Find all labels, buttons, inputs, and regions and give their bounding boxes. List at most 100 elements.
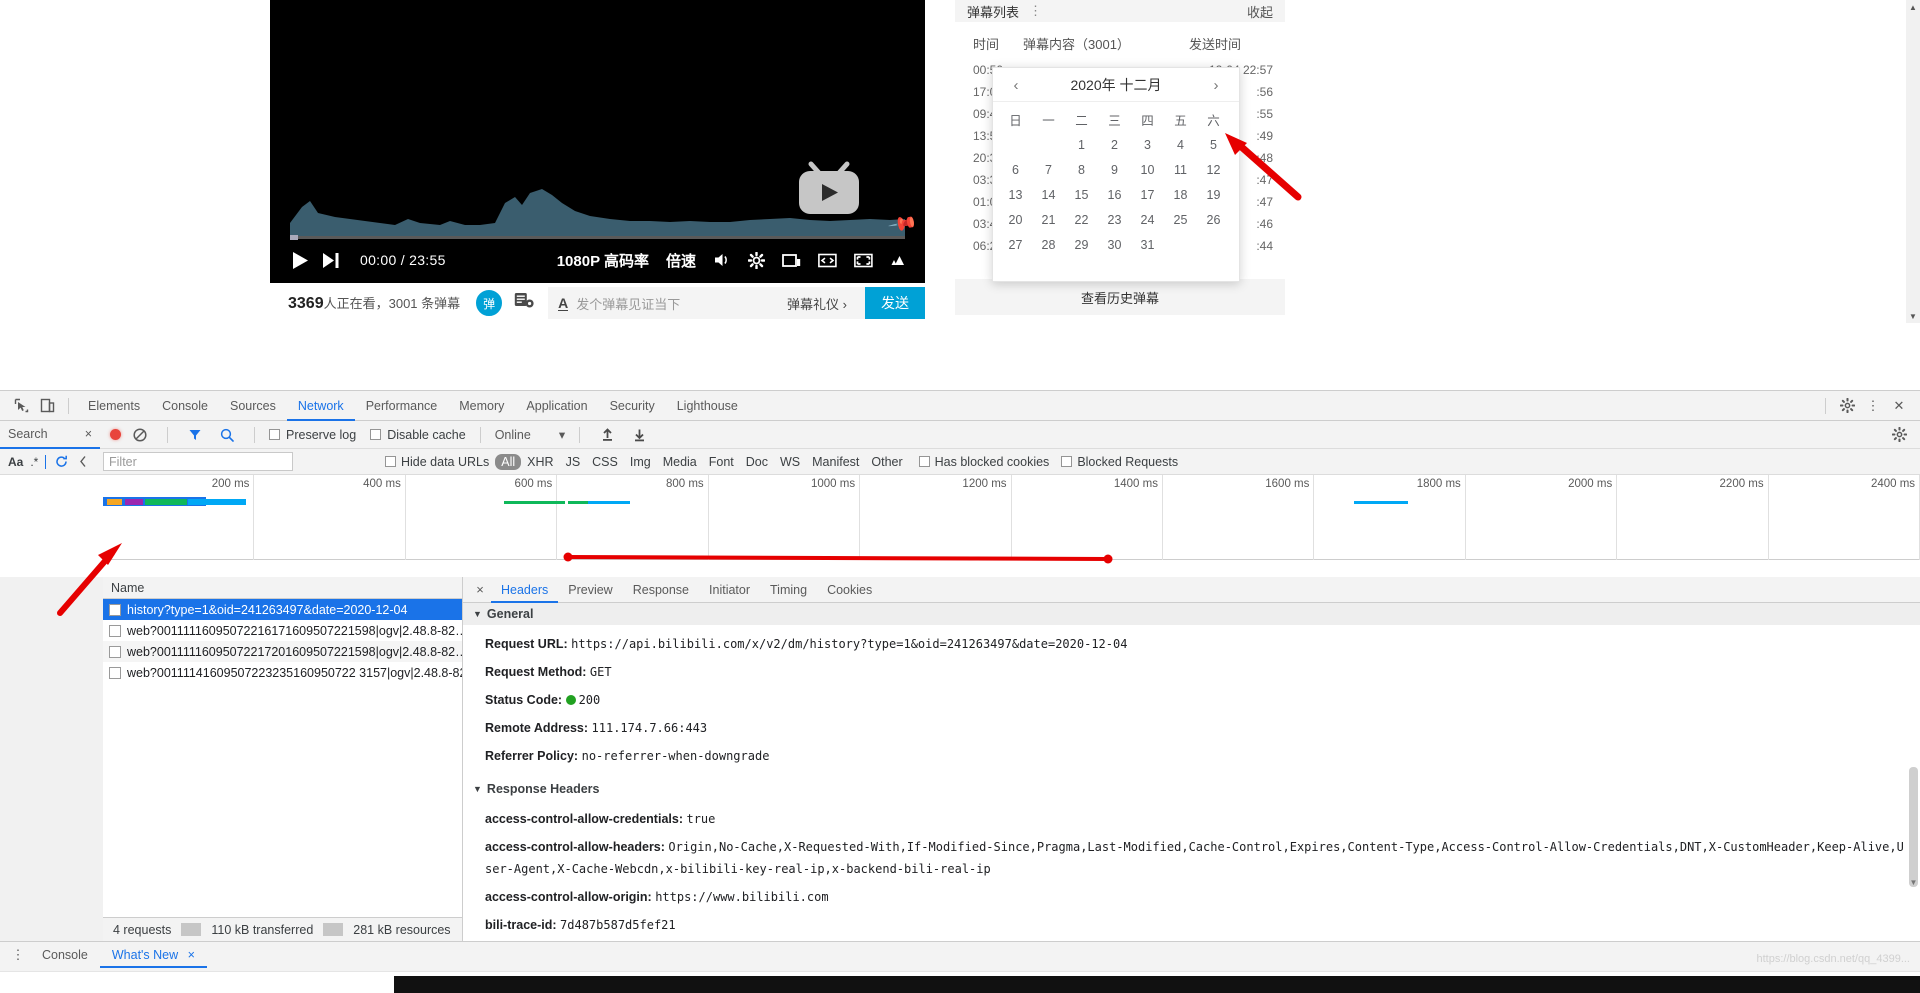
record-button[interactable] bbox=[110, 429, 121, 440]
request-list-header[interactable]: Name bbox=[103, 577, 462, 599]
tab-lighthouse[interactable]: Lighthouse bbox=[666, 391, 749, 421]
calendar-day[interactable]: 27 bbox=[999, 232, 1032, 257]
network-settings-gear-icon[interactable] bbox=[1886, 423, 1912, 447]
calendar-day-selected-wrap[interactable]: 4 bbox=[1164, 132, 1197, 157]
table-row[interactable]: web?00111141609507223235160950722 3157|o… bbox=[103, 662, 462, 683]
table-row[interactable]: history?type=1&oid=241263497&date=2020-1… bbox=[103, 599, 462, 620]
calendar-day[interactable]: 31 bbox=[1131, 232, 1164, 257]
widescreen-icon[interactable] bbox=[782, 253, 801, 268]
more-options-icon[interactable]: ⋮ bbox=[1860, 394, 1886, 418]
calendar-day[interactable]: 13 bbox=[999, 182, 1032, 207]
danmaku-style-icon[interactable] bbox=[890, 253, 909, 268]
filter-type-other[interactable]: Other bbox=[865, 455, 908, 469]
settings-gear-icon[interactable] bbox=[748, 251, 765, 269]
calendar-day[interactable]: 20 bbox=[999, 207, 1032, 232]
calendar-day[interactable]: 25 bbox=[1164, 207, 1197, 232]
danmaku-panel-more-icon[interactable]: ⋮ bbox=[1029, 3, 1043, 19]
cancel-icon[interactable] bbox=[76, 450, 90, 474]
calendar-day-selected[interactable]: 4 bbox=[1177, 138, 1184, 152]
hide-data-urls-checkbox[interactable] bbox=[385, 456, 396, 467]
scroll-down-arrow-icon[interactable]: ▼ bbox=[1906, 309, 1920, 323]
tab-response[interactable]: Response bbox=[623, 577, 699, 603]
chevron-down-icon[interactable]: ▾ bbox=[559, 427, 565, 442]
filter-type-doc[interactable]: Doc bbox=[740, 455, 774, 469]
filter-type-css[interactable]: CSS bbox=[586, 455, 624, 469]
scroll-up-arrow-icon[interactable]: ▲ bbox=[1906, 0, 1920, 14]
settings-gear-icon[interactable] bbox=[1834, 394, 1860, 418]
danmaku-panel-collapse[interactable]: 收起 bbox=[1247, 2, 1273, 21]
calendar-day[interactable]: 16 bbox=[1098, 182, 1131, 207]
calendar-day[interactable]: 26 bbox=[1197, 207, 1230, 232]
calendar-next-month-icon[interactable]: › bbox=[1201, 68, 1231, 102]
preserve-log-checkbox[interactable] bbox=[269, 429, 280, 440]
scroll-down-arrow-icon[interactable]: ▼ bbox=[1907, 876, 1920, 889]
clear-icon[interactable] bbox=[127, 423, 153, 447]
detail-scrollbar[interactable]: ▲ ▼ bbox=[1907, 763, 1920, 889]
disable-cache-checkbox[interactable] bbox=[370, 429, 382, 440]
date-picker-calendar[interactable]: ‹ 2020年 十二月 › 日 一 二 三 四 五 六 1 2 3 4 5 6 … bbox=[992, 67, 1240, 282]
throttling-selector[interactable]: Online bbox=[495, 428, 531, 442]
tab-elements[interactable]: Elements bbox=[77, 391, 151, 421]
page-scrollbar[interactable]: ▲ ▼ bbox=[1906, 0, 1920, 323]
network-overview-timeline[interactable]: 200 ms 400 ms 600 ms 800 ms 1000 ms 1200… bbox=[103, 475, 1920, 560]
calendar-day[interactable]: 9 bbox=[1098, 157, 1131, 182]
calendar-prev-month-icon[interactable]: ‹ bbox=[1001, 68, 1031, 102]
export-har-icon[interactable] bbox=[626, 423, 652, 447]
calendar-day[interactable]: 2 bbox=[1098, 132, 1131, 157]
calendar-day[interactable]: 7 bbox=[1032, 157, 1065, 182]
calendar-day[interactable]: 21 bbox=[1032, 207, 1065, 232]
calendar-day[interactable]: 22 bbox=[1065, 207, 1098, 232]
has-blocked-cookies-label[interactable]: Has blocked cookies bbox=[935, 455, 1050, 469]
filter-type-font[interactable]: Font bbox=[703, 455, 740, 469]
chevron-down-icon[interactable]: ▼ bbox=[473, 609, 482, 619]
tab-network[interactable]: Network bbox=[287, 391, 355, 421]
refresh-icon[interactable] bbox=[53, 450, 69, 474]
send-danmaku-button[interactable]: 发送 bbox=[865, 287, 925, 319]
calendar-day[interactable]: 19 bbox=[1197, 182, 1230, 207]
drawer-more-icon[interactable]: ⋮ bbox=[6, 947, 30, 963]
tab-memory[interactable]: Memory bbox=[448, 391, 515, 421]
tab-security[interactable]: Security bbox=[599, 391, 666, 421]
device-toolbar-icon[interactable] bbox=[34, 394, 60, 418]
quality-selector[interactable]: 1080P 高码率 bbox=[557, 250, 649, 271]
value[interactable]: https://api.bilibili.com/x/v2/dm/history… bbox=[571, 637, 1127, 651]
filter-type-all[interactable]: All bbox=[495, 453, 522, 470]
filter-type-js[interactable]: JS bbox=[560, 455, 587, 469]
calendar-day[interactable] bbox=[1032, 132, 1065, 157]
tab-timing[interactable]: Timing bbox=[760, 577, 817, 603]
scrollbar-thumb[interactable] bbox=[1909, 767, 1918, 887]
tab-cookies[interactable]: Cookies bbox=[817, 577, 882, 603]
has-blocked-cookies-checkbox[interactable] bbox=[918, 456, 930, 467]
drawer-tab-whats-new[interactable]: What's New × bbox=[100, 942, 207, 968]
calendar-day[interactable]: 1 bbox=[1065, 132, 1098, 157]
video-player[interactable]: 📌 00:00 / 23:55 1080P 高码率 倍速 bbox=[270, 0, 925, 283]
danmaku-toggle-button[interactable]: 弹 bbox=[476, 290, 503, 316]
tab-headers[interactable]: Headers bbox=[491, 577, 558, 603]
search-magnifier-icon[interactable] bbox=[214, 423, 240, 447]
volume-icon[interactable] bbox=[713, 252, 731, 268]
danmaku-input[interactable]: A 发个弹幕见证当下 弹幕礼仪 › bbox=[548, 287, 865, 319]
fullscreen-icon[interactable] bbox=[854, 253, 873, 268]
filter-input[interactable]: Filter bbox=[103, 452, 293, 471]
blocked-requests-label[interactable]: Blocked Requests bbox=[1077, 455, 1178, 469]
calendar-day[interactable]: 5 bbox=[1197, 132, 1230, 157]
danmaku-settings-icon[interactable] bbox=[514, 292, 534, 314]
calendar-day[interactable]: 14 bbox=[1032, 182, 1065, 207]
table-row[interactable]: web?00111116095072216171609507221598|ogv… bbox=[103, 620, 462, 641]
filter-type-xhr[interactable]: XHR bbox=[521, 455, 559, 469]
calendar-day[interactable]: 6 bbox=[999, 157, 1032, 182]
tab-preview[interactable]: Preview bbox=[558, 577, 622, 603]
calendar-day[interactable]: 11 bbox=[1164, 157, 1197, 182]
filter-type-ws[interactable]: WS bbox=[774, 455, 806, 469]
tab-sources[interactable]: Sources bbox=[219, 391, 287, 421]
inspect-element-icon[interactable] bbox=[8, 394, 34, 418]
tab-application[interactable]: Application bbox=[515, 391, 598, 421]
calendar-day[interactable]: 28 bbox=[1032, 232, 1065, 257]
play-icon[interactable] bbox=[292, 251, 309, 270]
filter-type-manifest[interactable]: Manifest bbox=[806, 455, 865, 469]
preserve-log-label[interactable]: Preserve log bbox=[286, 428, 356, 442]
calendar-day[interactable]: 12 bbox=[1197, 157, 1230, 182]
match-case-toggle[interactable]: Aa bbox=[8, 455, 23, 469]
calendar-day[interactable]: 8 bbox=[1065, 157, 1098, 182]
blocked-requests-checkbox[interactable] bbox=[1061, 456, 1073, 467]
